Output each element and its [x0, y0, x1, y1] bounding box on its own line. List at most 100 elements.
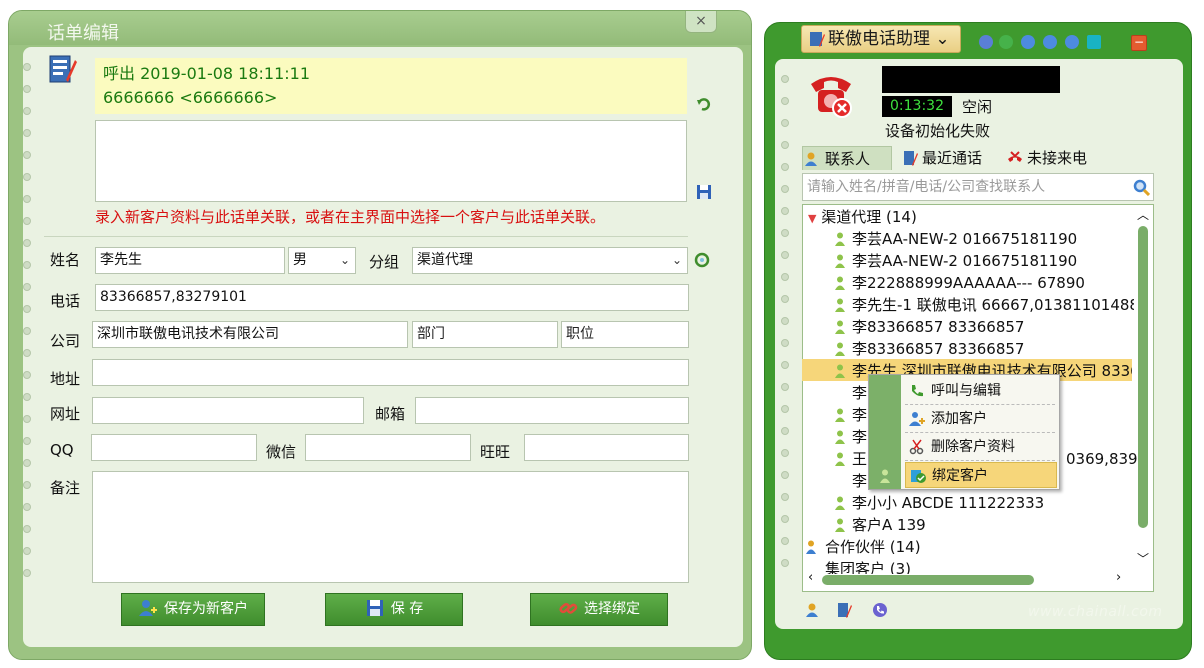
- phone-label: 电话: [50, 292, 81, 310]
- tab-missed-calls[interactable]: 未接来电: [1005, 146, 1095, 170]
- save-button[interactable]: 保 存: [325, 593, 463, 626]
- tab-recent-label: 最近通话: [922, 149, 983, 167]
- call-timer: 0:13:32: [882, 96, 952, 117]
- list-item[interactable]: 李: [852, 404, 867, 426]
- menu-separator: [905, 404, 1055, 405]
- horizontal-scroll-thumb[interactable]: [822, 575, 1034, 585]
- call-log-footer-icon[interactable]: [836, 602, 852, 618]
- chat-toolbar-icon[interactable]: [999, 35, 1013, 49]
- list-item[interactable]: 李: [852, 470, 867, 492]
- call-notes-textarea[interactable]: [95, 120, 687, 202]
- person-icon: [835, 430, 845, 444]
- position-placeholder: 职位: [566, 326, 594, 342]
- chevron-down-icon: ⌄: [935, 29, 950, 49]
- link-icon: [559, 603, 578, 614]
- website-input[interactable]: [92, 397, 364, 424]
- wangwang-input[interactable]: [524, 434, 689, 461]
- list-item[interactable]: 客户A 139: [852, 514, 926, 536]
- name-input[interactable]: 李先生: [95, 247, 285, 274]
- tree-group-enterprise[interactable]: 集团客户 (3): [825, 558, 911, 574]
- phone-toolbar-icon[interactable]: [979, 35, 993, 49]
- select-bind-button[interactable]: 选择绑定: [530, 593, 668, 626]
- person-icon: [835, 408, 845, 422]
- list-item[interactable]: 李小小 ABCDE 111222333: [852, 492, 1044, 514]
- app-menu-button[interactable]: 联傲电话助理 ⌄: [801, 25, 961, 53]
- menu-item-add-customer[interactable]: 添加客户: [905, 406, 1057, 432]
- contact-search-input[interactable]: 请输入姓名/拼音/电话/公司查找联系人: [802, 173, 1154, 201]
- person-icon: [835, 232, 845, 246]
- menu-item-bind-customer[interactable]: 绑定客户: [905, 462, 1057, 488]
- call-direction-time: 呼出 2019-01-08 18:11:11: [103, 64, 311, 83]
- wechat-input[interactable]: [305, 434, 471, 461]
- group-label: 渠道代理 (14): [821, 208, 917, 226]
- list-item[interactable]: 李83366857 83366857: [852, 316, 1024, 338]
- company-input[interactable]: 深圳市联傲电讯技术有限公司: [92, 321, 408, 348]
- person-icon: [835, 496, 845, 510]
- watermark: www.chainall.com: [1028, 604, 1163, 620]
- dialer-footer-icon[interactable]: [872, 602, 888, 618]
- skin-icon[interactable]: [1087, 35, 1101, 49]
- position-input[interactable]: 职位: [561, 321, 689, 348]
- scroll-left-icon[interactable]: ‹: [808, 570, 813, 585]
- tree-group-partners[interactable]: 合作伙伴 (14): [825, 536, 921, 558]
- menu-separator: [905, 460, 1055, 461]
- vertical-scroll-thumb[interactable]: [1138, 226, 1148, 528]
- download-icon[interactable]: [1043, 35, 1057, 49]
- save-as-new-customer-button[interactable]: 保存为新客户: [121, 593, 265, 626]
- app-title: 联傲电话助理: [828, 29, 930, 49]
- recent-calls-icon: [904, 151, 918, 166]
- help-icon[interactable]: [1065, 35, 1079, 49]
- list-item[interactable]: 李先生-1 联傲电讯 66667,013811014886: [852, 294, 1134, 316]
- list-item[interactable]: 李芸AA-NEW-2 016675181190: [852, 250, 1077, 272]
- list-item[interactable]: 李: [852, 382, 867, 404]
- bind-customer-icon: [911, 470, 926, 483]
- scissors-icon: [909, 439, 924, 455]
- qq-label: QQ: [50, 441, 74, 459]
- menu-item-delete-customer[interactable]: 删除客户资料: [905, 434, 1057, 460]
- list-item[interactable]: 李83366857 83366857: [852, 338, 1024, 360]
- list-item[interactable]: 王: [852, 448, 867, 470]
- department-input[interactable]: 部门: [412, 321, 558, 348]
- person-icon: [835, 276, 845, 290]
- tab-recent-calls[interactable]: 最近通话: [900, 146, 990, 170]
- address-input[interactable]: [92, 359, 689, 386]
- wechat-label: 微信: [266, 443, 297, 461]
- qq-input[interactable]: [91, 434, 257, 461]
- partners-group-icon: [806, 540, 816, 554]
- group-value: 渠道代理: [417, 252, 473, 268]
- left-titlebar[interactable]: [9, 11, 751, 45]
- menu-item-label: 呼叫与编辑: [931, 383, 1001, 399]
- gender-select[interactable]: 男 ⌄: [288, 247, 356, 274]
- group-select[interactable]: 渠道代理 ⌄: [412, 247, 688, 274]
- save-label: 保 存: [390, 601, 424, 617]
- add-user-icon: [909, 412, 925, 426]
- binder-rings-left: [23, 63, 33, 591]
- minimize-button[interactable]: −: [1131, 35, 1147, 51]
- name-label: 姓名: [50, 251, 81, 269]
- menu-item-call-edit[interactable]: 呼叫与编辑: [905, 378, 1057, 404]
- chevron-down-icon: ⌄: [671, 253, 682, 267]
- context-menu: 呼叫与编辑 添加客户 删除客户资料 绑定客户: [868, 374, 1060, 490]
- remark-textarea[interactable]: [92, 471, 689, 583]
- chevron-down-icon: ⌄: [339, 253, 350, 267]
- contact-footer-icon[interactable]: [806, 602, 822, 618]
- divider: [44, 236, 688, 237]
- save-icon[interactable]: [696, 184, 712, 200]
- close-button[interactable]: ×: [685, 11, 717, 33]
- person-icon: [835, 342, 845, 356]
- list-item[interactable]: 李芸AA-NEW-2 016675181190: [852, 228, 1077, 250]
- list-item[interactable]: 李: [852, 426, 867, 448]
- undo-icon[interactable]: [696, 96, 712, 112]
- company-label: 公司: [50, 332, 81, 350]
- person-icon: [835, 364, 845, 378]
- tab-contacts[interactable]: 联系人: [802, 146, 892, 170]
- refresh-icon[interactable]: [694, 252, 710, 268]
- scroll-right-icon[interactable]: ›: [1116, 570, 1121, 585]
- phone-input[interactable]: 83366857,83279101: [95, 284, 689, 311]
- search-icon[interactable]: [1133, 179, 1150, 196]
- home-icon[interactable]: [1021, 35, 1035, 49]
- list-item[interactable]: 李222888999AAAAAA--- 67890: [852, 272, 1085, 294]
- tree-group-channel[interactable]: ▼ 渠道代理 (14): [808, 206, 917, 228]
- email-input[interactable]: [415, 397, 689, 424]
- context-menu-strip: [869, 375, 901, 489]
